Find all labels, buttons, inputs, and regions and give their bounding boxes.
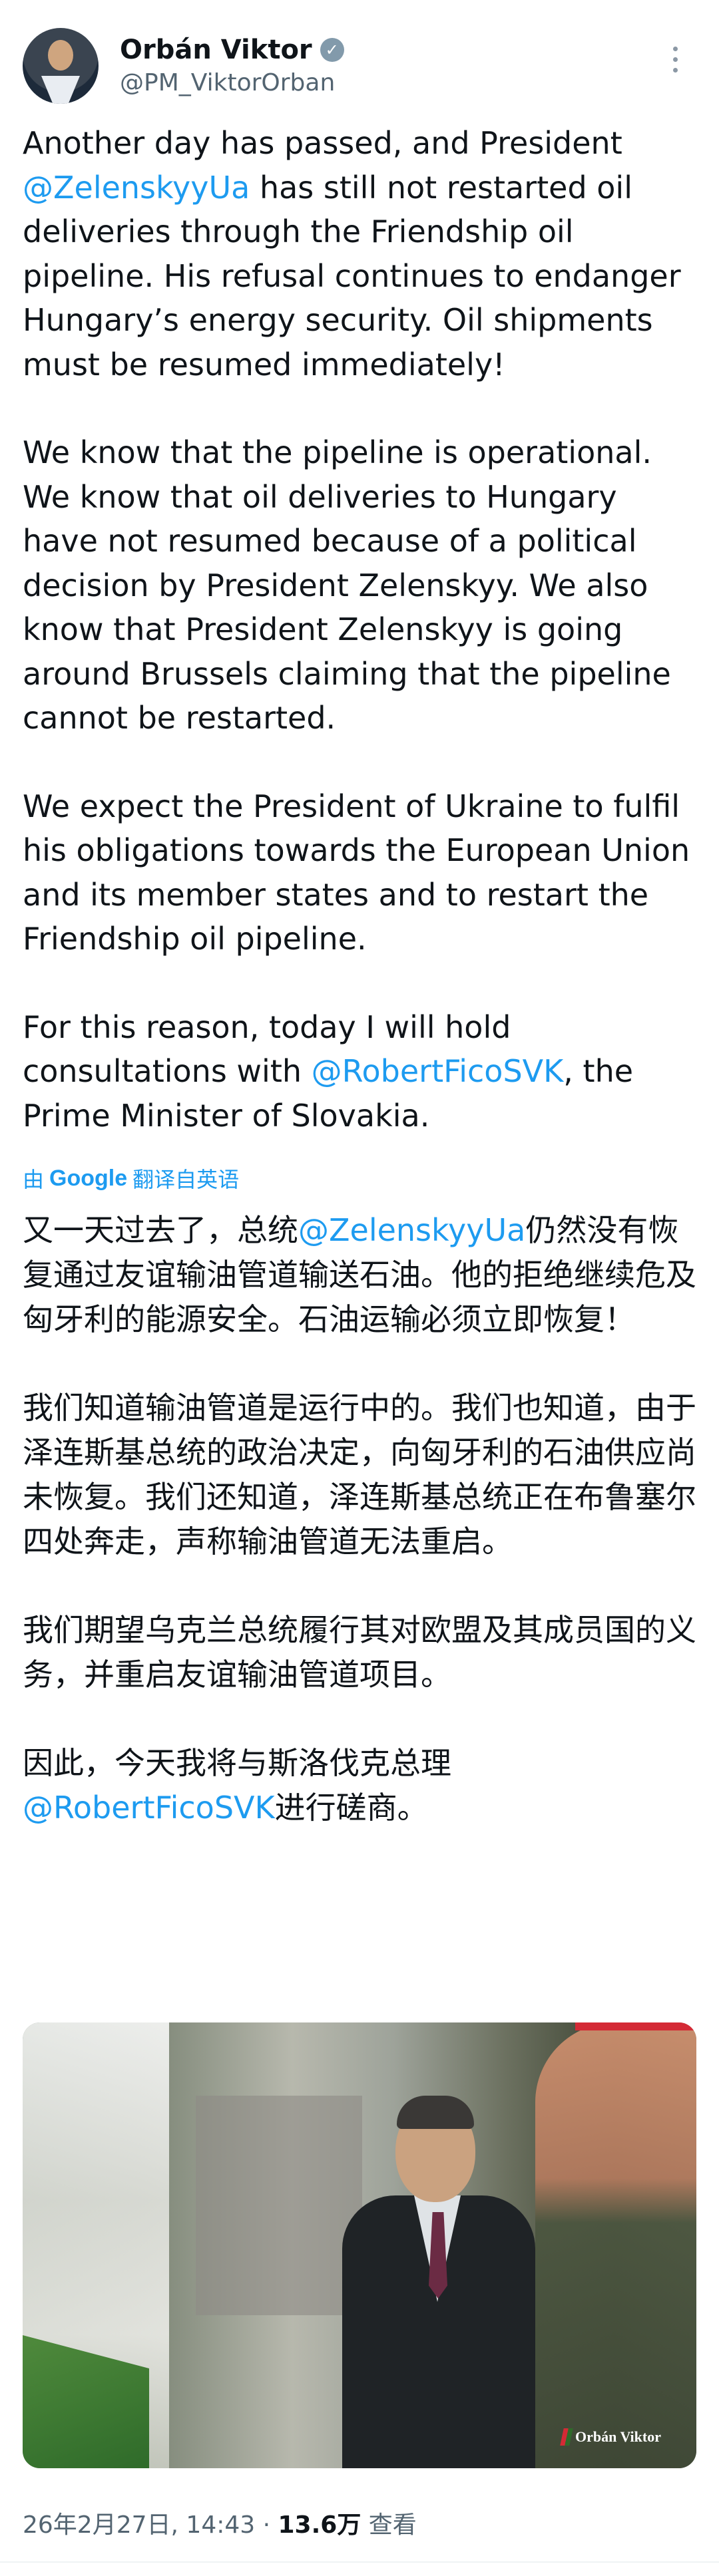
tweet-paragraph: 我们期望乌克兰总统履行其对欧盟及其成员国的义务，并重启友谊输油管道项目。 (23, 1612, 696, 1692)
tweet-photo[interactable]: Orbán Viktor (23, 2022, 696, 2468)
views-label: 查看 (361, 2511, 417, 2539)
tweet-paragraph: For this reason, today I will hold consu… (23, 1005, 702, 1138)
watermark-text: Orbán Viktor (575, 2428, 661, 2445)
photo-guard (535, 2022, 696, 2468)
author-handle[interactable]: @PM_ViktorOrban (120, 69, 335, 96)
avatar-shirt (41, 76, 80, 104)
tweet-text-english: Another day has passed, and President @Z… (23, 121, 702, 1138)
mention-link[interactable]: @ZelenskyyUa (23, 170, 250, 206)
mention-link[interactable]: @ZelenskyyUa (298, 1212, 525, 1248)
author-name-row: Orbán Viktor ✓ (120, 35, 344, 65)
translation-attribution[interactable]: 由 Google 翻译自英语 (23, 1163, 239, 1194)
more-options-icon[interactable] (671, 47, 679, 73)
photo-accent-bar (575, 2022, 696, 2030)
translation-prefix: 由 (23, 1167, 45, 1192)
avatar[interactable] (23, 28, 99, 104)
tweet-meta: 26年2月27日, 14:43 · 13.6万 查看 (23, 2505, 417, 2540)
avatar-face (48, 40, 73, 71)
photo-watermark: Orbán Viktor (560, 2428, 661, 2446)
verified-badge-icon: ✓ (320, 38, 344, 62)
author-name[interactable]: Orbán Viktor (120, 35, 312, 65)
watermark-logo-icon (560, 2428, 573, 2446)
tweet-text-translated: 又一天过去了，总统@ZelenskyyUa仍然没有恢复通过友谊输油管道输送石油。… (23, 1208, 702, 1830)
tweet-paragraph: Another day has passed, and President @Z… (23, 121, 702, 387)
translation-suffix: 翻译自英语 (132, 1167, 240, 1192)
tweet-paragraph: We expect the President of Ukraine to fu… (23, 788, 690, 957)
timestamp[interactable]: 26年2月27日, 14:43 · (23, 2511, 278, 2539)
tweet-header: Orbán Viktor ✓ @PM_ViktorOrban (0, 0, 719, 133)
tweet-paragraph: 又一天过去了，总统@ZelenskyyUa仍然没有恢复通过友谊输油管道输送石油。… (23, 1208, 702, 1342)
google-logo: Google (49, 1165, 128, 1191)
tweet-paragraph: 因此，今天我将与斯洛伐克总理 @RobertFicoSVK进行磋商。 (23, 1741, 702, 1830)
mention-link[interactable]: @RobertFicoSVK (312, 1053, 564, 1089)
divider (0, 2561, 719, 2563)
text-run: 因此，今天我将与斯洛伐克总理 (23, 1745, 451, 1781)
photo-person (336, 2096, 535, 2468)
tweet-page: Orbán Viktor ✓ @PM_ViktorOrban Another d… (0, 0, 719, 2576)
views-count: 13.6万 (278, 2511, 361, 2539)
text-run: Another day has passed, and President (23, 125, 622, 161)
mention-link[interactable]: @RobertFicoSVK (23, 1790, 275, 1826)
text-run: 又一天过去了，总统 (23, 1212, 298, 1248)
tweet-paragraph: We know that the pipeline is operational… (23, 434, 671, 736)
text-run: 进行磋商。 (274, 1790, 428, 1826)
tweet-paragraph: 我们知道输油管道是运行中的。我们也知道，由于泽连斯基总统的政治决定，向匈牙利的石… (23, 1390, 696, 1559)
